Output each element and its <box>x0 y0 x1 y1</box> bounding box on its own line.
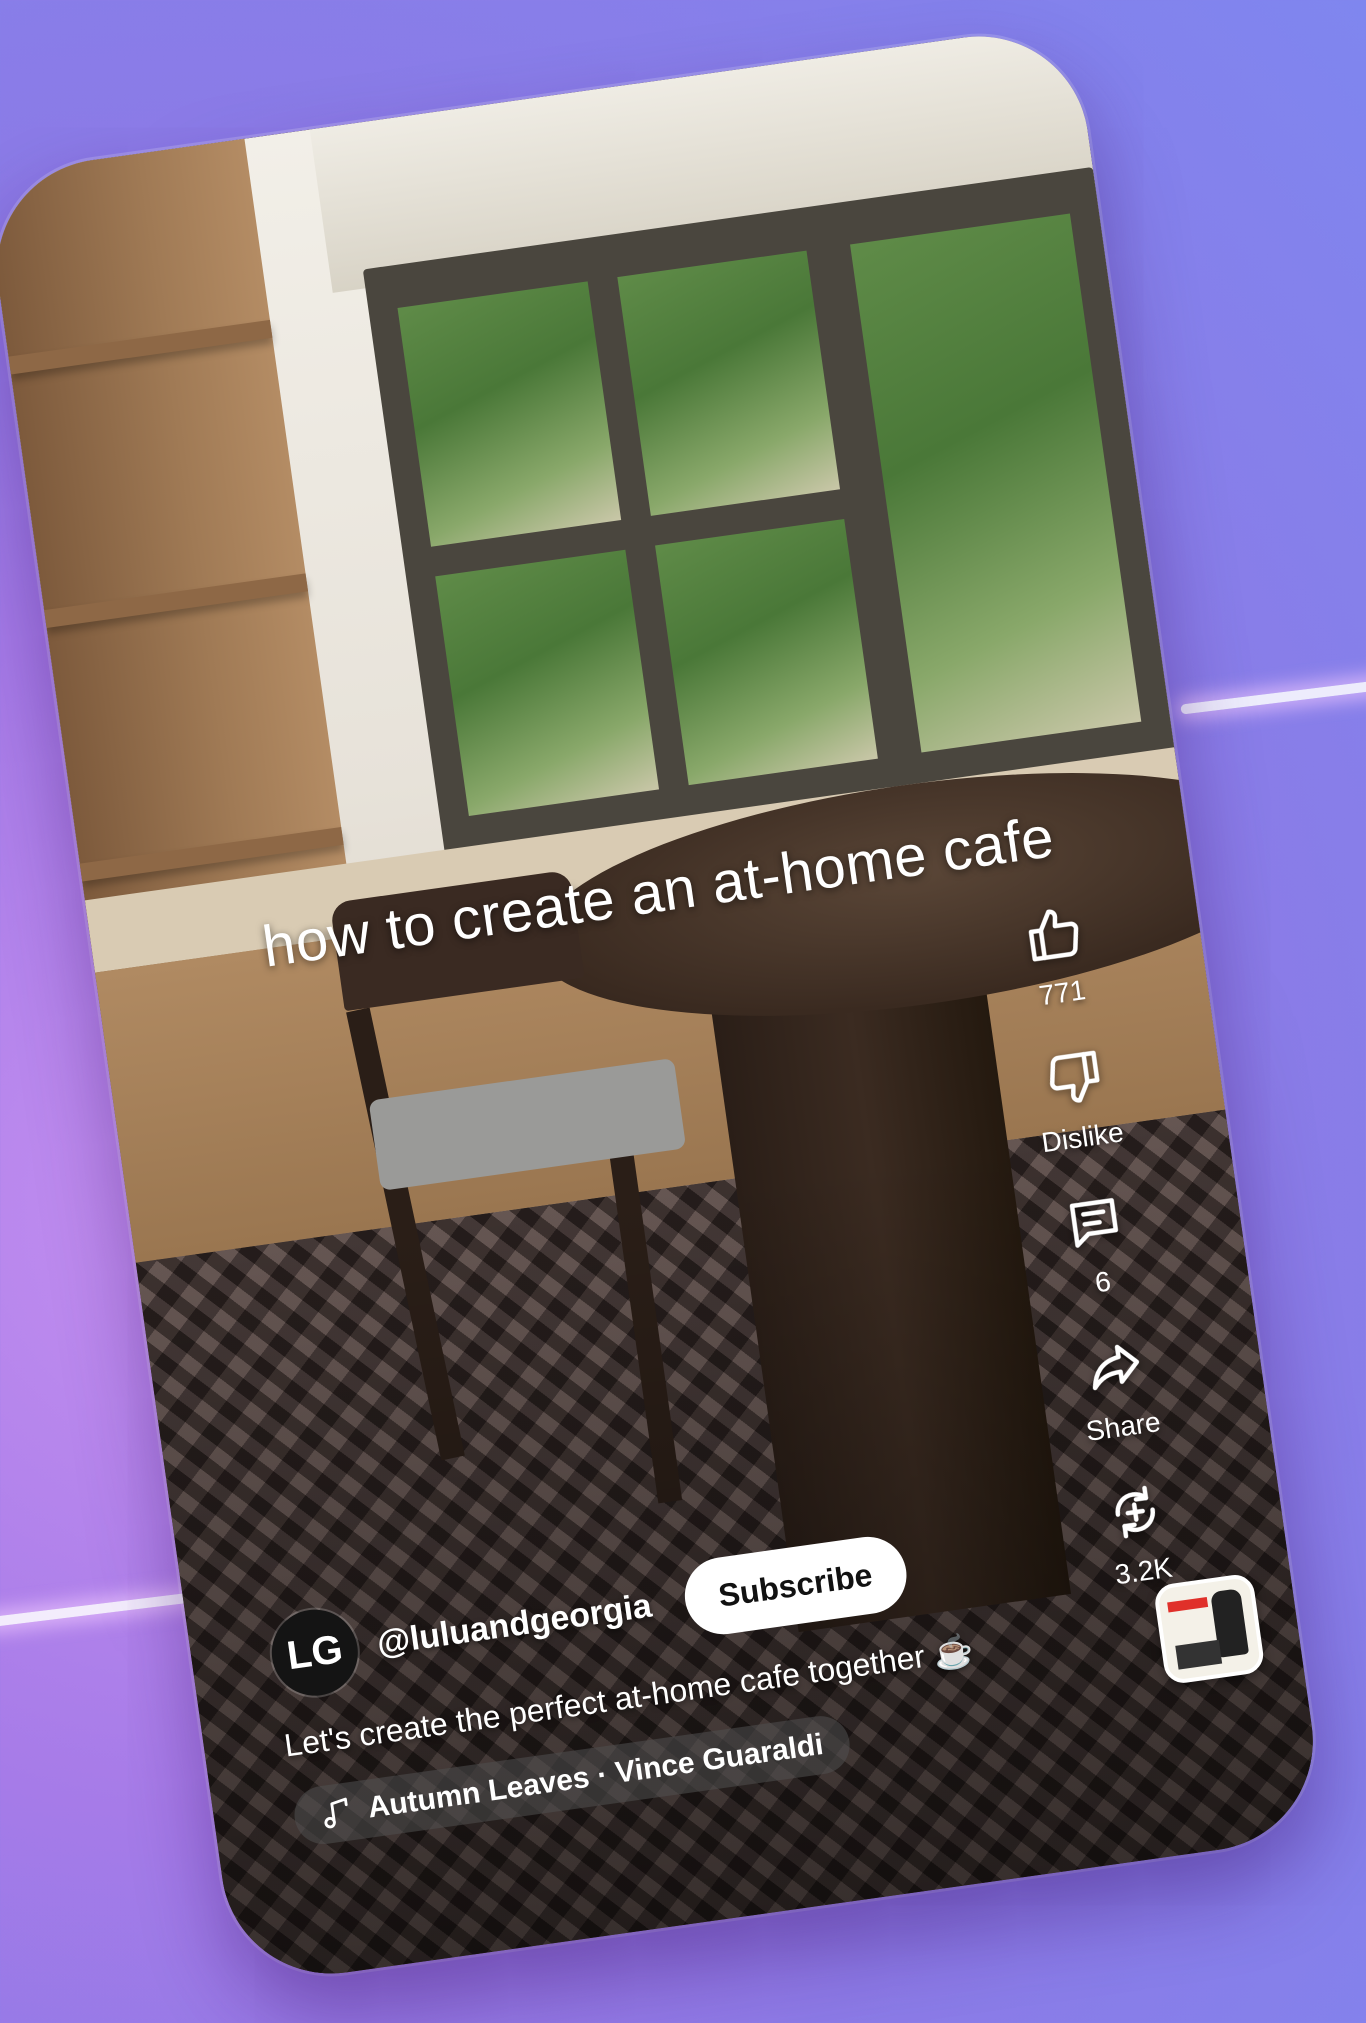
thumbs-down-icon <box>1050 1050 1100 1103</box>
share-label: Share <box>1084 1405 1163 1447</box>
album-art-detail <box>1167 1596 1209 1613</box>
dislike-label: Dislike <box>1039 1116 1126 1159</box>
dislike-button[interactable]: Dislike <box>1029 1043 1126 1159</box>
like-button[interactable]: 771 <box>1020 900 1094 1013</box>
like-count: 771 <box>1036 974 1088 1012</box>
album-art-detail <box>1175 1639 1223 1670</box>
comment-icon <box>1069 1198 1119 1248</box>
shorts-player[interactable]: how to create an at-home cafe 771 Dislik… <box>0 22 1327 1988</box>
comment-count: 6 <box>1093 1265 1113 1299</box>
share-button[interactable]: Share <box>1074 1333 1163 1448</box>
share-icon <box>1092 1344 1140 1391</box>
channel-handle[interactable]: @luluandgeorgia <box>374 1586 654 1663</box>
channel-avatar[interactable]: LG <box>266 1604 364 1702</box>
comments-button[interactable]: 6 <box>1061 1189 1135 1302</box>
thumbs-up-icon <box>1028 909 1079 962</box>
decorative-glow-line <box>1180 675 1366 715</box>
music-note-icon <box>324 1797 348 1829</box>
sound-thumbnail[interactable] <box>1152 1572 1266 1686</box>
